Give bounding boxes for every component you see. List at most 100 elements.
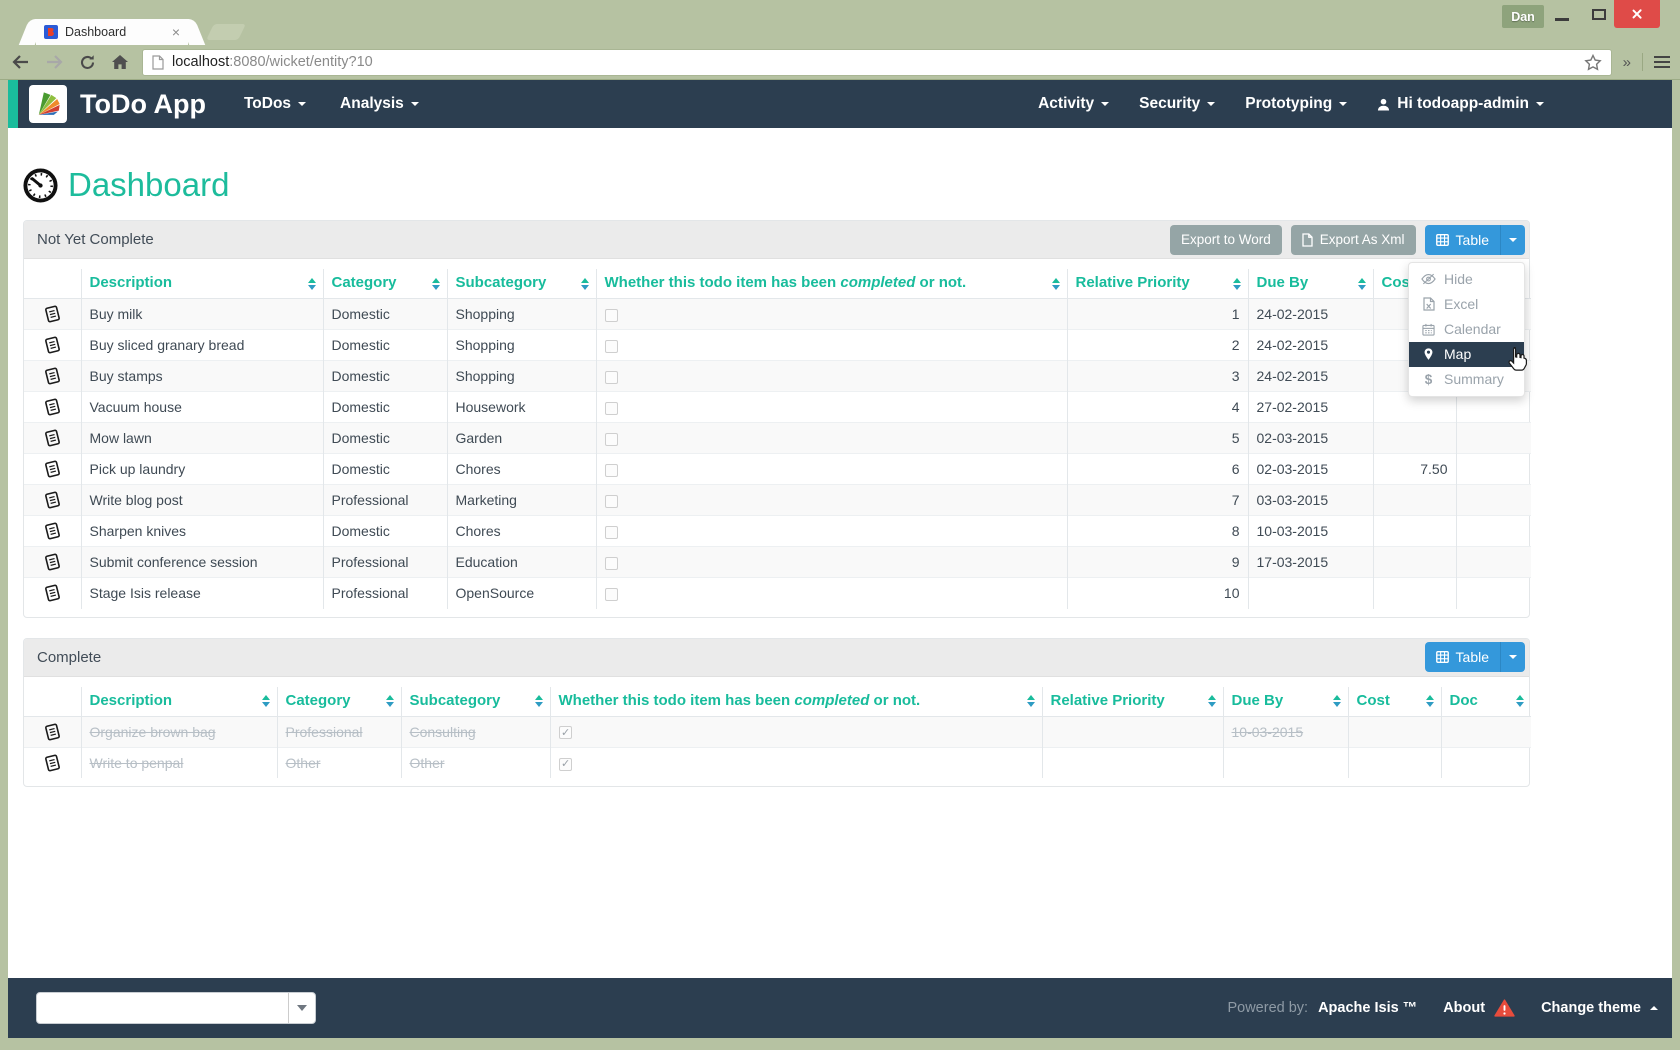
browser-menu-button[interactable] xyxy=(1654,54,1670,71)
column-header[interactable]: Whether this todo item has been complete… xyxy=(550,687,1042,717)
column-header[interactable]: Description xyxy=(81,687,277,717)
table-row[interactable]: Pick up laundryDomesticChores602-03-2015… xyxy=(24,454,1531,485)
forward-button[interactable] xyxy=(43,51,65,73)
overflow-chevron-icon[interactable]: » xyxy=(1623,54,1631,71)
sort-icon[interactable] xyxy=(386,695,394,707)
sort-icon[interactable] xyxy=(1052,278,1060,290)
sort-icon[interactable] xyxy=(535,695,543,707)
column-header[interactable]: Subcategory xyxy=(401,687,550,717)
column-header[interactable]: Whether this todo item has been complete… xyxy=(596,269,1067,299)
address-bar[interactable]: localhost:8080/wicket/entity?10 xyxy=(142,49,1612,76)
table-row[interactable]: Organize brown bagProfessionalConsulting… xyxy=(24,716,1531,747)
description-text[interactable]: Stage Isis release xyxy=(90,585,201,601)
table-view-button[interactable]: Table xyxy=(1425,642,1500,672)
sort-icon[interactable] xyxy=(581,278,589,290)
nav-item-analysis[interactable]: Analysis xyxy=(340,95,419,113)
sort-icon[interactable] xyxy=(1027,695,1035,707)
description-text[interactable]: Organize brown bag xyxy=(90,724,216,740)
apache-isis-link[interactable]: Apache Isis ™ xyxy=(1318,1000,1417,1016)
app-logo[interactable] xyxy=(29,85,67,123)
browser-tab[interactable]: Dashboard × xyxy=(36,19,188,45)
sort-icon[interactable] xyxy=(1426,695,1434,707)
sort-icon[interactable] xyxy=(262,695,270,707)
table-row[interactable]: Vacuum houseDomesticHousework427-02-2015 xyxy=(24,392,1531,423)
column-header[interactable]: Due By xyxy=(1248,269,1373,299)
description-text[interactable]: Buy sliced granary bread xyxy=(90,337,245,353)
window-minimize-button[interactable] xyxy=(1545,0,1579,28)
completed-checkbox[interactable] xyxy=(605,371,618,384)
column-header[interactable]: Relative Priority xyxy=(1042,687,1223,717)
table-view-button[interactable]: Table xyxy=(1425,225,1500,255)
window-maximize-button[interactable] xyxy=(1582,0,1616,28)
completed-checkbox[interactable] xyxy=(605,526,618,539)
sort-icon[interactable] xyxy=(308,278,316,290)
url-text[interactable]: localhost:8080/wicket/entity?10 xyxy=(172,54,373,70)
view-switcher-caret-button[interactable] xyxy=(1500,225,1525,255)
back-button[interactable] xyxy=(10,51,32,73)
sort-icon[interactable] xyxy=(1333,695,1341,707)
sort-icon[interactable] xyxy=(1516,695,1524,707)
column-header[interactable]: Relative Priority xyxy=(1067,269,1248,299)
bookmark-star-icon[interactable] xyxy=(1584,54,1602,71)
new-tab-button[interactable] xyxy=(206,24,246,40)
table-row[interactable]: Buy stampsDomesticShopping324-02-2015 xyxy=(24,361,1531,392)
description-text[interactable]: Mow lawn xyxy=(90,430,152,446)
table-row[interactable]: Submit conference sessionProfessionalEdu… xyxy=(24,547,1531,578)
column-header[interactable]: Due By xyxy=(1223,687,1348,717)
description-text[interactable]: Pick up laundry xyxy=(90,461,186,477)
description-text[interactable]: Vacuum house xyxy=(90,399,182,415)
home-button[interactable] xyxy=(109,51,131,73)
completed-checkbox[interactable] xyxy=(605,464,618,477)
completed-checkbox[interactable] xyxy=(605,433,618,446)
completed-checkbox[interactable] xyxy=(605,402,618,415)
description-text[interactable]: Submit conference session xyxy=(90,554,258,570)
sort-icon[interactable] xyxy=(1208,695,1216,707)
window-close-button[interactable] xyxy=(1614,0,1660,28)
table-row[interactable]: Mow lawnDomesticGarden502-03-2015 xyxy=(24,423,1531,454)
completed-checkbox[interactable] xyxy=(605,588,618,601)
table-row[interactable]: Buy sliced granary breadDomesticShopping… xyxy=(24,330,1531,361)
description-text[interactable]: Write blog post xyxy=(90,492,183,508)
change-theme-link[interactable]: Change theme xyxy=(1541,1000,1658,1016)
footer-select[interactable] xyxy=(36,992,316,1024)
menu-item-map[interactable]: Map xyxy=(1409,342,1524,367)
completed-checkbox[interactable] xyxy=(559,758,572,771)
browser-profile-badge[interactable]: Dan xyxy=(1502,5,1544,28)
completed-checkbox[interactable] xyxy=(605,495,618,508)
table-row[interactable]: Write to penpalOtherOther xyxy=(24,747,1531,778)
nav-item-todos[interactable]: ToDos xyxy=(244,95,306,113)
completed-checkbox[interactable] xyxy=(559,726,572,739)
tab-close-icon[interactable]: × xyxy=(172,25,180,39)
menu-item-summary[interactable]: $Summary xyxy=(1409,367,1524,392)
table-row[interactable]: Stage Isis releaseProfessionalOpenSource… xyxy=(24,578,1531,609)
reload-button[interactable] xyxy=(76,51,98,73)
sort-icon[interactable] xyxy=(1233,278,1241,290)
completed-checkbox[interactable] xyxy=(605,340,618,353)
description-text[interactable]: Sharpen knives xyxy=(90,523,187,539)
sort-icon[interactable] xyxy=(1358,278,1366,290)
column-header[interactable]: Description xyxy=(81,269,323,299)
column-header[interactable]: Subcategory xyxy=(447,269,596,299)
column-header[interactable]: Category xyxy=(277,687,401,717)
view-switcher-caret-button[interactable] xyxy=(1500,642,1525,672)
app-brand[interactable]: ToDo App xyxy=(80,89,206,120)
description-text[interactable]: Buy milk xyxy=(90,306,143,322)
column-header[interactable]: Cost xyxy=(1348,687,1441,717)
description-text[interactable]: Write to penpal xyxy=(90,755,184,771)
about-link[interactable]: About xyxy=(1443,999,1515,1017)
menu-item-hide[interactable]: Hide xyxy=(1409,267,1524,292)
table-row[interactable]: Sharpen knivesDomesticChores810-03-2015 xyxy=(24,516,1531,547)
menu-item-calendar[interactable]: Calendar xyxy=(1409,317,1524,342)
completed-checkbox[interactable] xyxy=(605,309,618,322)
sort-icon[interactable] xyxy=(432,278,440,290)
column-header[interactable]: Doc xyxy=(1441,687,1531,717)
nav-item-activity[interactable]: Activity xyxy=(1038,95,1109,113)
nav-item-prototyping[interactable]: Prototyping xyxy=(1245,95,1347,113)
table-row[interactable]: Buy milkDomesticShopping124-02-2015 xyxy=(24,299,1531,330)
nav-item-security[interactable]: Security xyxy=(1139,95,1215,113)
export-to-word-button[interactable]: Export to Word xyxy=(1170,225,1282,255)
table-row[interactable]: Write blog postProfessionalMarketing703-… xyxy=(24,485,1531,516)
description-text[interactable]: Buy stamps xyxy=(90,368,163,384)
menu-item-excel[interactable]: Excel xyxy=(1409,292,1524,317)
export-as-xml-button[interactable]: Export As Xml xyxy=(1291,225,1416,255)
